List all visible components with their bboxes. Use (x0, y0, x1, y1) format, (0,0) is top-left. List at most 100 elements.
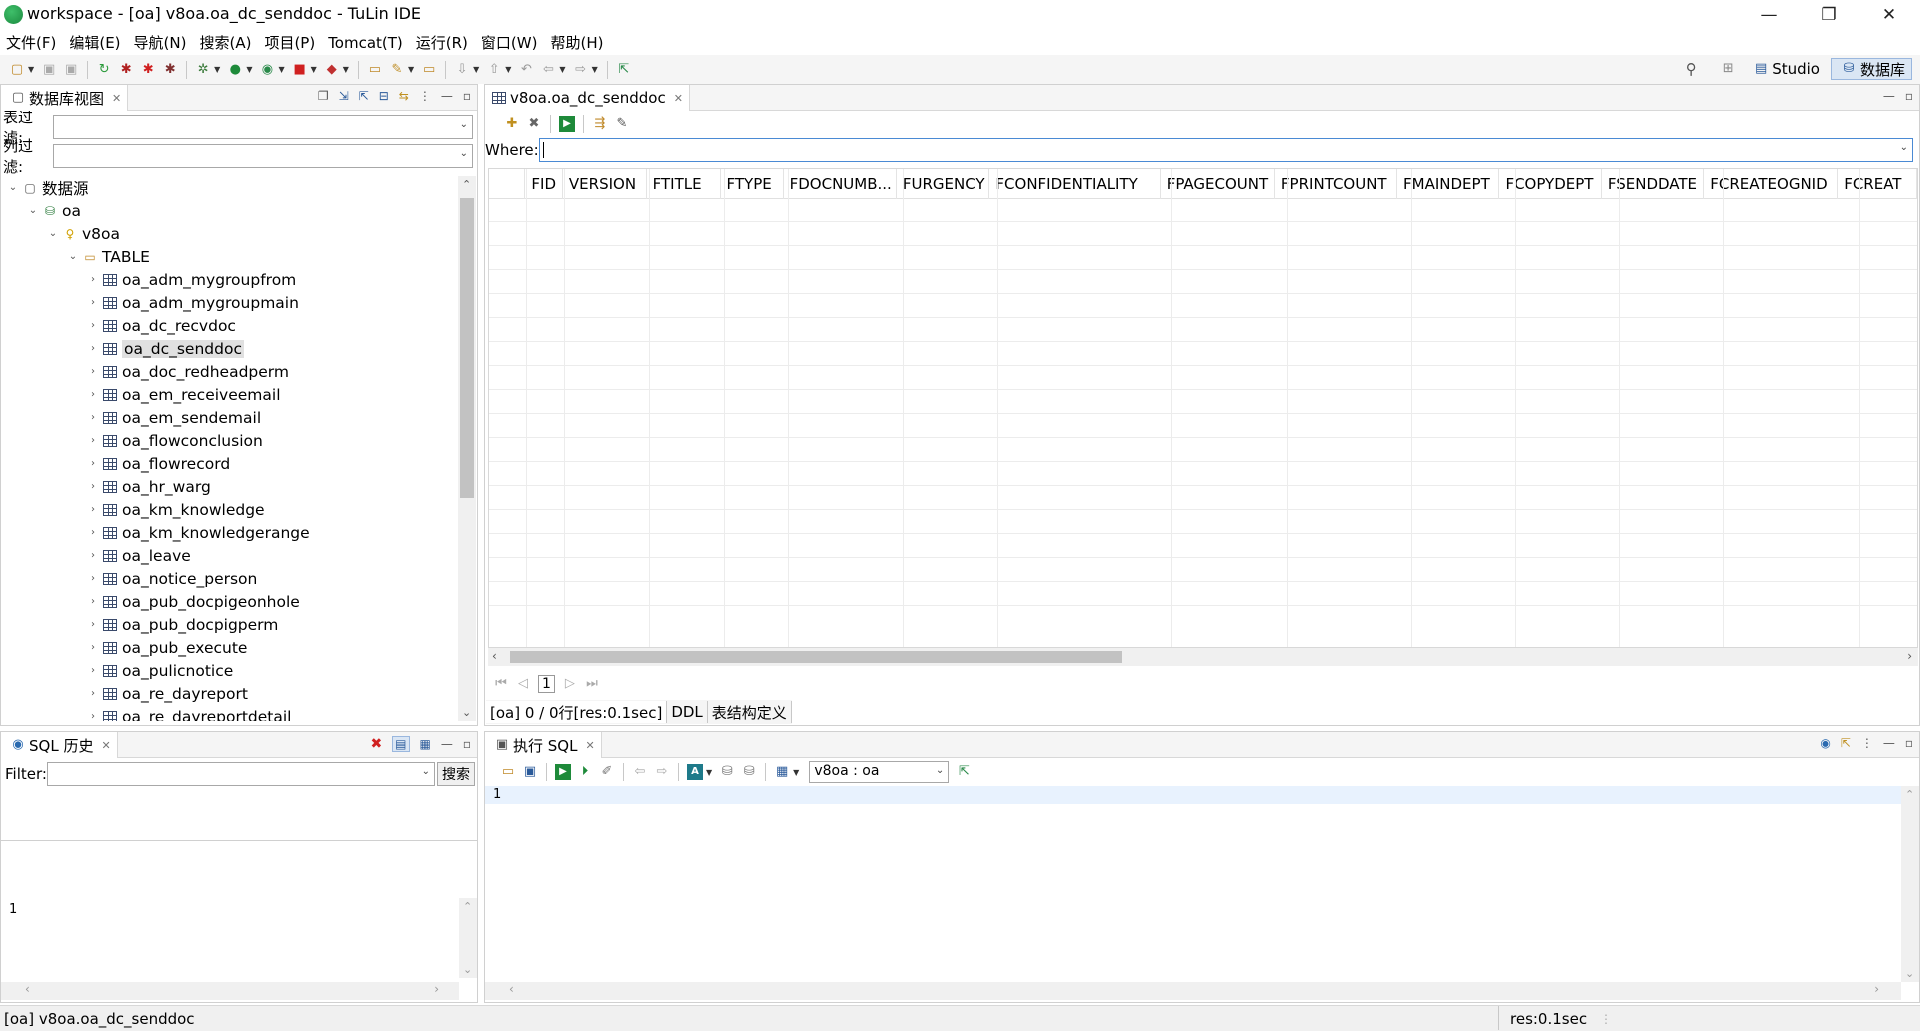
minimize-icon[interactable]: — (1883, 736, 1895, 750)
undo-icon[interactable]: ⇦ (632, 764, 648, 780)
chevron-right-icon[interactable]: › (86, 297, 100, 308)
tree-table-node[interactable]: › oa_flowrecord (0, 452, 458, 475)
commit-icon[interactable]: ⛁ (719, 764, 735, 780)
scroll-right-icon[interactable]: › (434, 982, 439, 996)
grid-hscrollbar[interactable]: ‹ › (488, 648, 1918, 666)
tree-table-node[interactable]: › oa_dc_senddoc (0, 337, 458, 360)
tab-table-structure[interactable]: 表结构定义 (708, 701, 792, 723)
tree-table-node[interactable]: › oa_re_dayreport (0, 682, 458, 705)
tree-table-node[interactable]: › oa_km_knowledge (0, 498, 458, 521)
chevron-down-icon[interactable]: ⌄ (1900, 142, 1908, 153)
chevron-down-icon[interactable]: ⌄ (460, 148, 468, 159)
chevron-down-icon[interactable]: ⌄ (46, 228, 60, 239)
export-data-icon[interactable]: ⇶ (592, 116, 608, 132)
open-file-icon[interactable]: ▭ (500, 764, 516, 780)
tree-node-table-folder[interactable]: ⌄ ▭ TABLE (0, 245, 458, 268)
info-icon[interactable]: ◉ (1820, 736, 1830, 750)
server-icon[interactable]: ◆ (324, 62, 340, 78)
tree-table-node[interactable]: › oa_leave (0, 544, 458, 567)
menu-tomcat[interactable]: Tomcat(T) (328, 34, 403, 52)
pin-icon[interactable]: ⇱ (1841, 736, 1851, 750)
minimize-icon[interactable]: — (441, 89, 453, 103)
column-header[interactable]: FID (525, 169, 563, 199)
last-edit-icon[interactable]: ↶ (518, 62, 534, 78)
tree-table-node[interactable]: › oa_adm_mygroupmain (0, 291, 458, 314)
scroll-up-icon[interactable]: ⌃ (1905, 788, 1914, 801)
maximize-icon[interactable]: ▫ (463, 737, 471, 751)
tree-node-datasource[interactable]: ⌄ ▢ 数据源 (0, 176, 458, 199)
clear-editor-icon[interactable]: ✐ (599, 764, 615, 780)
next-annotation-icon[interactable]: ⇩ (454, 62, 470, 78)
close-window-button[interactable]: ✕ (1860, 0, 1918, 30)
redeploy-icon[interactable]: ✱ (162, 62, 178, 78)
import-icon[interactable]: ⇲ (339, 89, 349, 103)
tree-table-node[interactable]: › oa_pub_execute (0, 636, 458, 659)
execute-icon[interactable]: ▶ (555, 764, 571, 780)
chevron-right-icon[interactable]: › (86, 573, 100, 584)
menu-help[interactable]: 帮助(H) (550, 32, 603, 53)
column-header[interactable]: FPAGECOUNT (1161, 169, 1275, 199)
page-number[interactable]: 1 (538, 675, 555, 693)
column-header[interactable]: FCREATEOGNID (1704, 169, 1839, 199)
sql-editor[interactable] (509, 786, 1901, 982)
chevron-down-icon[interactable]: ⌄ (26, 205, 40, 216)
connection-select[interactable]: v8oa : oa ⌄ (809, 761, 950, 783)
run-dropdown-icon[interactable]: ▼ (246, 65, 252, 74)
tab-table-editor[interactable]: v8oa.oa_dc_senddoc ✕ (485, 85, 690, 111)
prev-annotation-dropdown-icon[interactable]: ▼ (505, 65, 511, 74)
tree-table-node[interactable]: › oa_re_dayreportdetail (0, 705, 458, 721)
column-header[interactable]: FCONFIDENTIALITY (989, 169, 1161, 199)
back-icon[interactable]: ⇦ (540, 62, 556, 78)
execute-script-icon[interactable]: ⏵ (577, 764, 593, 780)
close-icon[interactable]: ✕ (674, 92, 683, 105)
collapse-all-icon[interactable]: ⊟ (379, 89, 389, 103)
chevron-right-icon[interactable]: › (86, 619, 100, 630)
minimize-button[interactable]: — (1740, 0, 1798, 30)
close-icon[interactable]: ✕ (112, 92, 121, 105)
chevron-right-icon[interactable]: › (86, 458, 100, 469)
history-hscrollbar[interactable]: ‹ › (1, 982, 459, 1000)
chevron-down-icon[interactable]: ⌄ (936, 765, 944, 776)
external-tools-icon[interactable]: ◉ (259, 62, 275, 78)
tree-table-node[interactable]: › oa_doc_redheadperm (0, 360, 458, 383)
clear-history-icon[interactable]: ✖ (370, 736, 382, 752)
run-query-icon[interactable]: ▶ (559, 116, 575, 132)
tree-table-node[interactable]: › oa_dc_recvdoc (0, 314, 458, 337)
tree-scrollbar-thumb[interactable] (460, 198, 474, 498)
column-header[interactable]: VERSION (563, 169, 647, 199)
close-icon[interactable]: ✕ (101, 739, 110, 752)
menu-search[interactable]: 搜索(A) (199, 32, 251, 53)
tree-scrollbar[interactable]: ⌃ ⌄ (458, 176, 476, 721)
minimize-icon[interactable]: — (1883, 89, 1895, 103)
pin-editor-icon[interactable]: ⇱ (616, 62, 632, 78)
tree-node-connection[interactable]: ⌄ ⛁ oa (0, 199, 458, 222)
scroll-left-icon[interactable]: ‹ (509, 982, 514, 996)
history-scrollbar[interactable]: ⌃ ⌄ (459, 898, 477, 978)
menu-run[interactable]: 运行(R) (416, 32, 468, 53)
maximize-icon[interactable]: ▫ (1905, 89, 1913, 103)
maximize-icon[interactable]: ▫ (463, 89, 471, 103)
chevron-right-icon[interactable]: › (86, 665, 100, 676)
export-icon[interactable]: ⇱ (359, 89, 369, 103)
tree-table-node[interactable]: › oa_adm_mygroupfrom (0, 268, 458, 291)
chevron-right-icon[interactable]: › (86, 711, 100, 721)
server-dropdown-icon[interactable]: ▼ (343, 65, 349, 74)
new-dropdown-icon[interactable]: ▼ (28, 65, 34, 74)
tree-table-node[interactable]: › oa_km_knowledgerange (0, 521, 458, 544)
chevron-right-icon[interactable]: › (86, 527, 100, 538)
scroll-down-icon[interactable]: ⌄ (462, 706, 471, 719)
open-folder-icon[interactable]: ▭ (367, 62, 383, 78)
restore-button[interactable]: ❐ (1800, 0, 1858, 30)
tab-sql-history[interactable]: ◉ SQL 历史 ✕ (1, 732, 118, 758)
add-row-icon[interactable]: ✚ (504, 116, 520, 132)
tab-execute-sql[interactable]: ▣ 执行 SQL ✕ (485, 732, 602, 758)
save-sql-icon[interactable]: ▣ (522, 764, 538, 780)
undeploy-icon[interactable]: ✱ (140, 62, 156, 78)
scroll-left-icon[interactable]: ‹ (25, 982, 30, 996)
scroll-up-icon[interactable]: ⌃ (463, 900, 472, 913)
stop-server-icon[interactable]: ■ (292, 62, 308, 78)
search-icon[interactable]: ⚲ (1683, 61, 1699, 77)
chevron-right-icon[interactable]: › (86, 320, 100, 331)
deploy-icon[interactable]: ✱ (118, 62, 134, 78)
debug-dropdown-icon[interactable]: ▼ (214, 65, 220, 74)
